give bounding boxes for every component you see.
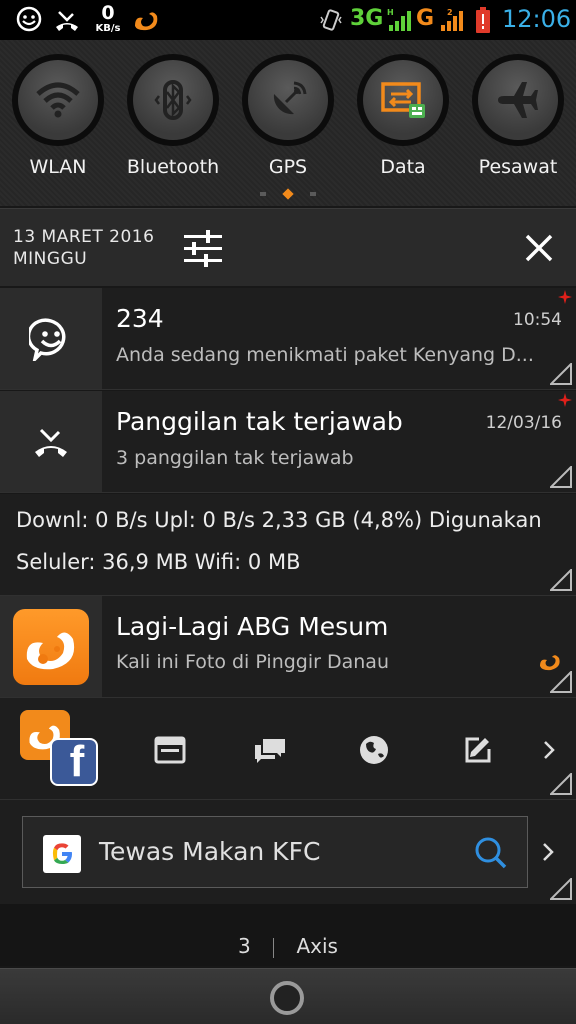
- settings-sliders-icon[interactable]: [182, 227, 224, 273]
- search-notification: Tewas Makan KFC: [0, 800, 576, 904]
- notification-sms[interactable]: 234 10:54 Anda sedang menikmati paket Ke…: [0, 288, 576, 390]
- expand-corner-icon[interactable]: [550, 569, 572, 591]
- notification-icon-box: [0, 596, 102, 697]
- page-dot: [310, 192, 316, 196]
- toggle-gps[interactable]: GPS: [242, 54, 334, 194]
- missed-call-icon: [52, 6, 82, 34]
- notification-time: 10:54: [513, 310, 562, 330]
- missed-call-icon: [35, 428, 67, 457]
- search-box[interactable]: Tewas Makan KFC: [22, 816, 528, 888]
- toggle-label: Pesawat: [478, 156, 558, 178]
- traffic-usage-line: Seluler: 36,9 MB Wifi: 0 MB: [16, 550, 301, 574]
- notification-time: 12/03/16: [485, 413, 562, 433]
- notification-icon-box: [0, 391, 102, 492]
- bluetooth-icon: [154, 80, 192, 120]
- toggle-label: GPS: [268, 156, 308, 178]
- message-smiley-icon: [29, 317, 66, 361]
- shade-drag-handle[interactable]: [0, 968, 576, 1024]
- chevron-right-icon[interactable]: [534, 732, 564, 768]
- chevron-right-icon[interactable]: [540, 840, 556, 868]
- expand-corner-icon[interactable]: [550, 878, 572, 900]
- notification-icon-box: [0, 288, 102, 389]
- uc-browser-icon: [13, 608, 89, 685]
- svg-text:H: H: [387, 8, 394, 17]
- page-dot-active: [282, 188, 294, 200]
- notification-text: 3 panggilan tak terjawab: [116, 447, 354, 469]
- airplane-icon: [498, 82, 538, 118]
- notification-shade: 0 KB/s 3G H G 2 12:06 WLAN Bluetooth GPS…: [0, 0, 576, 1024]
- globe-icon[interactable]: [356, 732, 392, 768]
- expand-corner-icon[interactable]: [550, 466, 572, 488]
- search-query: Tewas Makan KFC: [99, 837, 321, 866]
- wifi-icon: [36, 82, 80, 118]
- notification-title: Lagi-Lagi ABG Mesum: [116, 612, 389, 641]
- notification-missed-call[interactable]: Panggilan tak terjawab 12/03/16 3 panggi…: [0, 391, 576, 493]
- home-page-label: Axis: [296, 934, 338, 958]
- clock: 12:06: [502, 5, 572, 33]
- traffic-speed-line: Downl: 0 B/s Upl: 0 B/s 2,33 GB (4,8%) D…: [16, 508, 542, 532]
- toggle-bluetooth[interactable]: Bluetooth: [127, 54, 219, 194]
- uc-browser-icon: [130, 6, 160, 34]
- edit-icon[interactable]: [460, 732, 496, 768]
- svg-text:2: 2: [447, 8, 453, 17]
- drag-handle-circle-icon[interactable]: [270, 981, 304, 1015]
- close-icon[interactable]: [522, 231, 556, 269]
- search-icon[interactable]: [473, 835, 509, 875]
- status-bar: 0 KB/s 3G H G 2 12:06: [0, 0, 576, 40]
- chat-bubbles-icon[interactable]: [252, 732, 288, 768]
- battery-low-icon: [472, 6, 494, 34]
- speed-value: 0: [101, 2, 115, 24]
- notification-text: Kali ini Foto di Pinggir Danau: [116, 651, 389, 673]
- toggle-label: Bluetooth: [126, 156, 220, 178]
- network-g: G: [416, 6, 435, 31]
- gps-icon: [273, 81, 307, 115]
- expand-corner-icon[interactable]: [550, 671, 572, 693]
- data-traffic-notification[interactable]: Downl: 0 B/s Upl: 0 B/s 2,33 GB (4,8%) D…: [0, 494, 576, 596]
- date-text: 13 MARET 2016: [13, 227, 155, 247]
- notification-text: Anda sedang menikmati paket Kenyang D...: [116, 344, 534, 366]
- day-text: MINGGU: [13, 249, 88, 269]
- signal-strength-icon: H: [386, 6, 414, 34]
- uc-small-icon: [540, 655, 560, 671]
- toggle-label: Data: [380, 156, 426, 178]
- expand-corner-icon[interactable]: [550, 363, 572, 385]
- signal-strength-icon-2: 2: [438, 6, 466, 34]
- browser-window-icon[interactable]: [152, 732, 188, 768]
- network-speed: 0 KB/s: [92, 4, 124, 34]
- notification-title: Panggilan tak terjawab: [116, 407, 403, 436]
- vibrate-icon: [316, 6, 346, 34]
- toggle-label: WLAN: [29, 156, 87, 178]
- notification-uc-news[interactable]: Lagi-Lagi ABG Mesum Kali ini Foto di Pin…: [0, 596, 576, 698]
- quick-settings-panel: WLAN Bluetooth GPS Data Pesawat: [0, 40, 576, 206]
- page-indicator: [258, 188, 318, 200]
- notification-title: 234: [116, 304, 164, 333]
- google-logo-icon: [43, 835, 81, 873]
- smiley-message-icon: [14, 6, 44, 34]
- page-dot: [260, 192, 266, 196]
- toggle-wlan[interactable]: WLAN: [12, 54, 104, 194]
- toggle-airplane[interactable]: Pesawat: [472, 54, 564, 194]
- uc-shortcuts-notification: f: [0, 698, 576, 800]
- network-3g: 3G: [350, 6, 384, 31]
- toggle-data[interactable]: Data: [357, 54, 449, 194]
- priority-star-icon: [558, 393, 572, 407]
- divider: [273, 937, 275, 958]
- priority-star-icon: [558, 290, 572, 304]
- expand-corner-icon[interactable]: [550, 773, 572, 795]
- date-header: 13 MARET 2016 MINGGU: [0, 208, 576, 286]
- uc-facebook-icon[interactable]: f: [20, 710, 100, 788]
- home-page-number: 3: [238, 934, 251, 958]
- home-page-indicator: 3 Axis: [0, 934, 576, 958]
- data-transfer-icon: [381, 82, 425, 118]
- speed-unit: KB/s: [95, 23, 121, 34]
